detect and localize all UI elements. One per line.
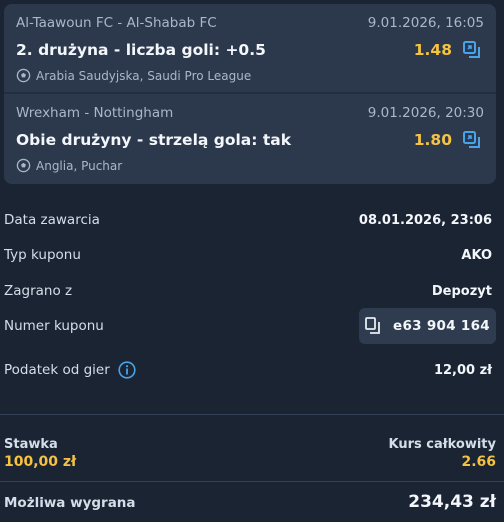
divider (0, 481, 504, 482)
league-info: Arabia Saudyjska, Saudi Pro League (16, 68, 251, 83)
detail-row-tax: Podatek od gier 12,00 zł (4, 359, 496, 381)
tax-label: Podatek od gier (4, 362, 110, 378)
soccer-ball-icon (16, 158, 31, 173)
total-odds-value: 2.66 (461, 454, 496, 470)
detail-row-date: Data zawarcia 08.01.2026, 23:06 (4, 209, 496, 231)
bet-odds: 1.80 (413, 131, 452, 149)
copy-icon[interactable] (462, 130, 482, 150)
type-label: Typ kuponu (4, 247, 81, 263)
copy-coupon-button[interactable]: e63 904 164 (359, 308, 496, 344)
bet-card: Al-Taawoun FC - Al-Shabab FC 9.01.2026, … (4, 4, 496, 92)
played-label: Zagrano z (4, 283, 73, 299)
date-label: Data zawarcia (4, 212, 100, 228)
type-value: AKO (461, 247, 492, 263)
match-teams: Wrexham - Nottingham (16, 105, 174, 121)
detail-row-played: Zagrano z Depozyt (4, 280, 496, 302)
bet-odds: 1.48 (413, 41, 452, 59)
league-info: Anglia, Puchar (16, 158, 122, 173)
soccer-ball-icon (16, 68, 31, 83)
league-name: Anglia, Puchar (36, 158, 123, 173)
copy-icon[interactable] (462, 40, 482, 60)
copy-icon (365, 317, 380, 334)
match-date: 9.01.2026, 16:05 (367, 15, 484, 31)
match-date: 9.01.2026, 20:30 (367, 105, 484, 121)
detail-row-type: Typ kuponu AKO (4, 244, 496, 266)
possible-win-value: 234,43 zł (408, 492, 496, 512)
stake-value: 100,00 zł (4, 454, 77, 470)
league-name: Arabia Saudyjska, Saudi Pro League (36, 68, 252, 83)
match-teams: Al-Taawoun FC - Al-Shabab FC (16, 15, 217, 31)
possible-win-label: Możliwa wygrana (4, 495, 136, 511)
tax-value: 12,00 zł (433, 362, 492, 378)
bet-market: 2. drużyna - liczba goli: +0.5 (16, 41, 266, 59)
bet-market: Obie drużyny - strzelą gola: tak (16, 131, 292, 149)
stake-label: Stawka (4, 437, 58, 452)
coupon-number: e63 904 164 (392, 318, 490, 334)
divider (0, 414, 504, 415)
tax-label-group: Podatek od gier (4, 361, 136, 379)
info-icon[interactable] (118, 361, 136, 379)
coupon-label: Numer kuponu (4, 318, 104, 334)
total-odds-label: Kurs całkowity (388, 437, 496, 452)
played-value: Depozyt (431, 283, 492, 299)
date-value: 08.01.2026, 23:06 (358, 212, 492, 228)
bet-card: Wrexham - Nottingham 9.01.2026, 20:30 Ob… (4, 94, 496, 184)
